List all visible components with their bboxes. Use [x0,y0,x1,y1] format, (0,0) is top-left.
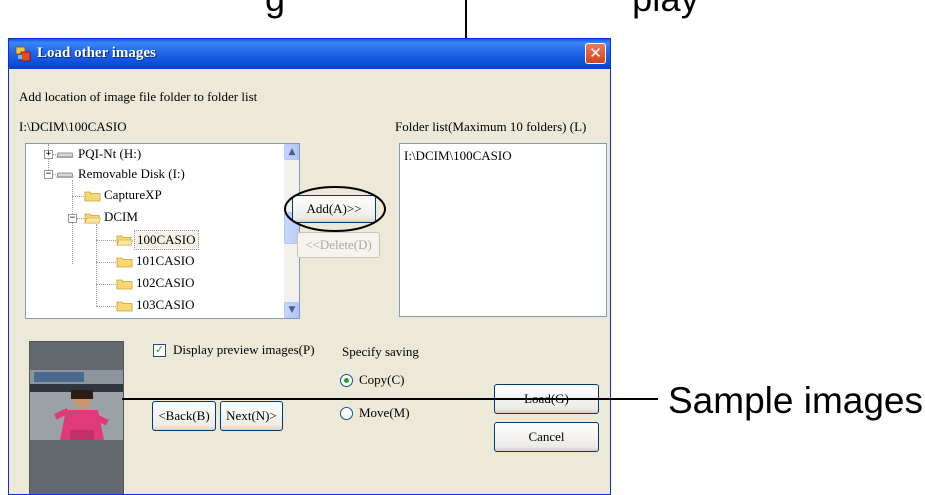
tree-item-dcim[interactable]: DCIM [104,207,138,227]
tree-item-capturexp[interactable]: CaptureXP [104,185,162,205]
tree-item-102casio[interactable]: 102CASIO [136,273,195,293]
tree-line [96,284,116,285]
callout-line-horizontal [122,398,658,400]
drive-icon [56,152,74,158]
tree-item-pqi-nt[interactable]: PQI-Nt (H:) [78,144,141,164]
instruction-text: Add location of image file folder to fol… [19,89,258,104]
preview-photo [30,342,123,494]
close-button[interactable]: ✕ [585,43,606,64]
sample-preview-image [29,341,124,494]
window-title: Load other images [37,45,156,61]
tree-item-101casio[interactable]: 101CASIO [136,251,195,271]
folder-icon [116,257,133,268]
tree-item-removable-disk[interactable]: Removable Disk (I:) [78,164,185,184]
expand-icon[interactable]: + [44,150,53,159]
tree-item-100casio[interactable]: 100CASIO [134,230,199,250]
tree-line [96,240,116,241]
sample-images-callout: Sample images [668,380,924,421]
scroll-down-icon[interactable]: ▼ [284,302,299,318]
app-icon [15,46,31,62]
folder-open-icon [84,213,101,224]
tree-line [96,224,97,306]
drive-icon [56,172,74,178]
delete-button[interactable]: <<Delete(D) [297,232,380,258]
current-path: I:\DCIM\100CASIO [19,119,127,134]
top-callout-text: g play [265,0,699,20]
display-preview-checkbox[interactable]: ✓ [153,344,166,357]
folder-icon [116,301,133,312]
folder-list[interactable]: I:\DCIM\100CASIO [399,143,607,317]
tree-line [96,262,116,263]
display-preview-label: Display preview images(P) [173,342,315,357]
collapse-icon[interactable]: − [68,214,77,223]
folder-open-icon [116,235,133,246]
copy-radio-label: Copy(C) [359,372,405,387]
folder-tree[interactable]: + PQI-Nt (H:) − Removable Disk (I:) Capt… [25,143,300,319]
tree-line [72,196,84,197]
folder-icon [84,191,101,202]
back-button[interactable]: <Back(B) [152,401,216,431]
title-bar[interactable]: Load other images ✕ [9,39,610,69]
folder-list-label: Folder list(Maximum 10 folders) (L) [395,119,587,134]
copy-radio[interactable] [340,374,353,387]
highlight-ellipse [284,186,386,232]
tree-line [96,306,116,307]
move-radio-label: Move(M) [359,405,410,420]
radio-selected-dot [344,378,349,383]
scroll-up-icon[interactable]: ▲ [284,144,299,160]
tree-item-103casio[interactable]: 103CASIO [136,295,195,315]
load-other-images-dialog: Load other images ✕ Add location of imag… [8,38,611,495]
folder-list-item[interactable]: I:\DCIM\100CASIO [404,148,512,164]
cancel-button[interactable]: Cancel [494,422,599,452]
next-button[interactable]: Next(N)> [220,401,283,431]
move-radio[interactable] [340,407,353,420]
collapse-icon[interactable]: − [44,170,53,179]
specify-saving-label: Specify saving [342,344,419,359]
folder-icon [116,279,133,290]
